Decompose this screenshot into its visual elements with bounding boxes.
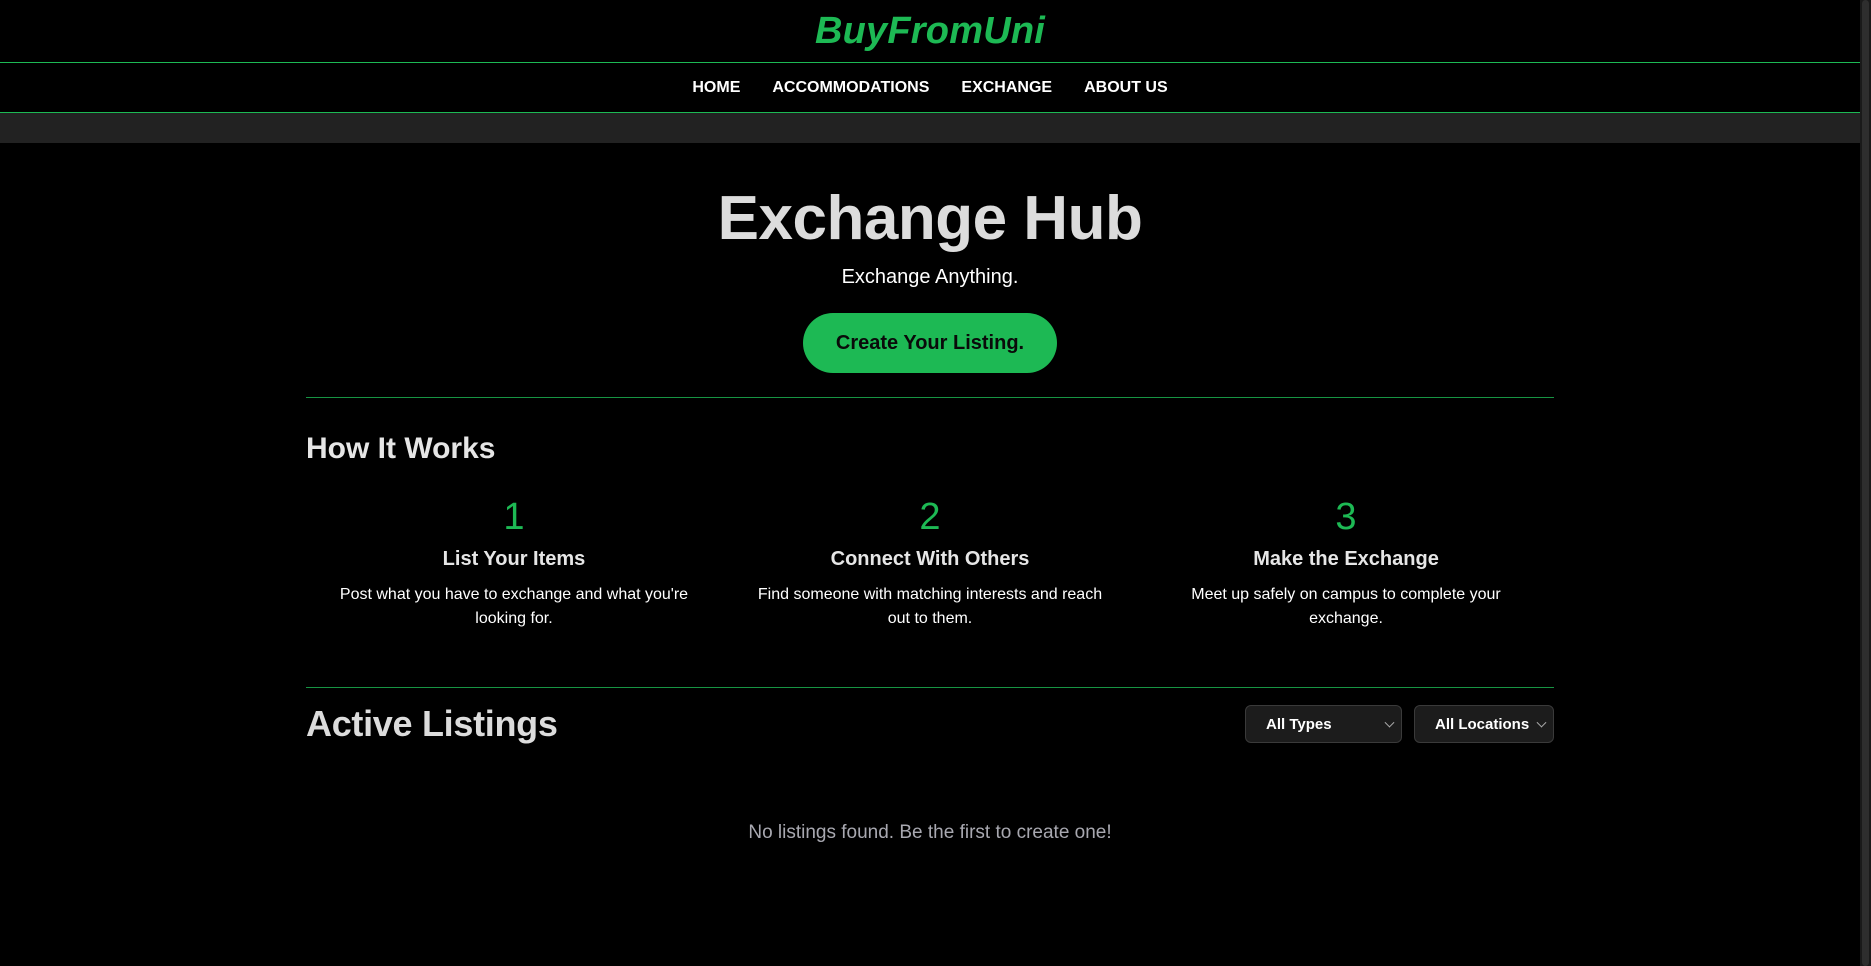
main-nav: HOME ACCOMMODATIONS EXCHANGE ABOUT US [0,63,1860,113]
how-it-works-section: How It Works 1 List Your Items Post what… [306,432,1554,631]
chevron-down-icon [1384,717,1395,728]
page-subtitle: Exchange Anything. [841,266,1019,288]
step-card: 3 Make the Exchange Meet up safely on ca… [1138,498,1554,631]
type-filter-select[interactable]: All Types [1245,705,1402,743]
nav-home[interactable]: HOME [692,79,740,97]
main-content: Exchange Hub Exchange Anything. Create Y… [306,143,1554,844]
create-listing-button[interactable]: Create Your Listing. [802,313,1058,373]
brand-bar: BuyFromUni [0,0,1860,63]
step-title: Make the Exchange [1253,548,1439,570]
step-title: List Your Items [442,548,586,570]
site-header: BuyFromUni HOME ACCOMMODATIONS EXCHANGE … [0,0,1860,143]
section-divider [306,397,1554,398]
page-title: Exchange Hub [717,184,1143,253]
chevron-down-icon [1536,717,1547,728]
step-description: Meet up safely on campus to complete you… [1191,586,1501,627]
step-number: 3 [1335,496,1357,538]
listings-header: Active Listings All Types All Locations [306,703,1554,744]
page-scrollbar[interactable] [1860,0,1871,966]
nav-accommodations[interactable]: ACCOMMODATIONS [772,79,929,97]
step-card: 2 Connect With Others Find someone with … [722,498,1138,631]
step-number: 1 [503,496,525,538]
location-filter-select[interactable]: All Locations [1414,705,1554,743]
section-divider [306,687,1554,688]
step-card: 1 List Your Items Post what you have to … [306,498,722,631]
steps-row: 1 List Your Items Post what you have to … [306,498,1554,631]
hero-section: Exchange Hub Exchange Anything. Create Y… [306,143,1554,373]
how-it-works-title: How It Works [306,432,496,465]
nav-about-us[interactable]: ABOUT US [1084,79,1168,97]
listing-filters: All Types All Locations [1245,705,1554,743]
step-description: Post what you have to exchange and what … [339,586,689,627]
site-logo[interactable]: BuyFromUni [815,10,1045,53]
location-filter-value: All Locations [1435,715,1530,733]
step-number: 2 [919,496,941,538]
active-listings-section: Active Listings All Types All Locations … [306,703,1554,844]
empty-listings-message: No listings found. Be the first to creat… [748,822,1112,843]
type-filter-value: All Types [1266,715,1332,733]
step-title: Connect With Others [830,548,1030,570]
nav-exchange[interactable]: EXCHANGE [961,79,1052,97]
header-strip [0,113,1860,143]
page: BuyFromUni HOME ACCOMMODATIONS EXCHANGE … [0,0,1860,966]
listings-title: Active Listings [306,703,558,744]
scrollbar-thumb[interactable] [1862,0,1869,966]
step-description: Find someone with matching interests and… [757,586,1103,627]
